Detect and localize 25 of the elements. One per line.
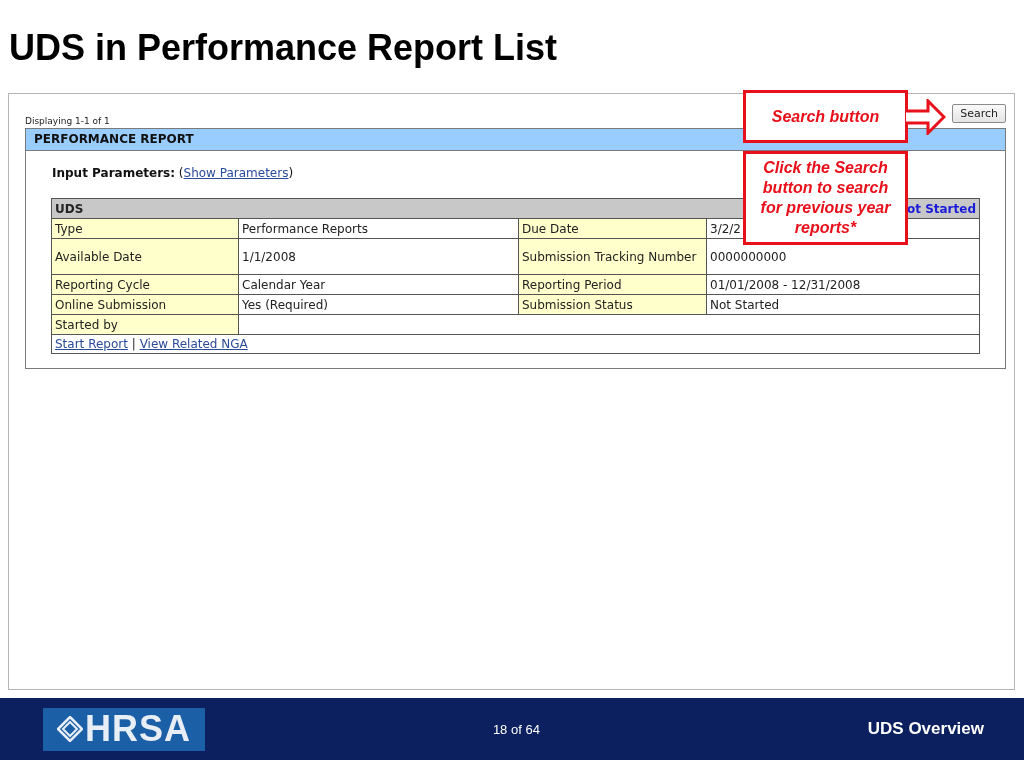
parameters-label: Input Parameters: (52, 166, 176, 180)
action-link[interactable]: Start Report (55, 337, 128, 351)
status-text: ot Started (906, 201, 976, 216)
label-cell: Type (51, 218, 239, 239)
parenthesis: ( (178, 166, 184, 180)
parenthesis: ) (288, 166, 294, 180)
diamond-icon (57, 716, 83, 742)
label-cell: Available Date (51, 238, 239, 275)
label-cell: Started by (51, 314, 239, 335)
action-link[interactable]: View Related NGA (139, 337, 248, 351)
label-cell: Submission Tracking Number (518, 238, 707, 275)
table-title: UDS (55, 201, 84, 216)
slide-title: UDS in Performance Report List (8, 26, 559, 70)
arrow-icon (906, 99, 946, 135)
logo-text: HRSA (85, 708, 191, 750)
footer-title: UDS Overview (867, 719, 984, 739)
callout-box: Search button (743, 90, 908, 143)
result-count: Displaying 1-1 of 1 (25, 116, 110, 127)
link-separator: | (130, 337, 137, 351)
show-parameters-link[interactable]: Show Parameters (183, 166, 289, 180)
callout-box: Click the Search button to search for previous year reports* (743, 151, 908, 245)
label-cell: Online Submission (51, 294, 239, 315)
label-cell: Reporting Cycle (51, 274, 239, 295)
value-cell: 1/1/2008 (238, 238, 519, 275)
search-button[interactable]: Search (952, 104, 1006, 123)
